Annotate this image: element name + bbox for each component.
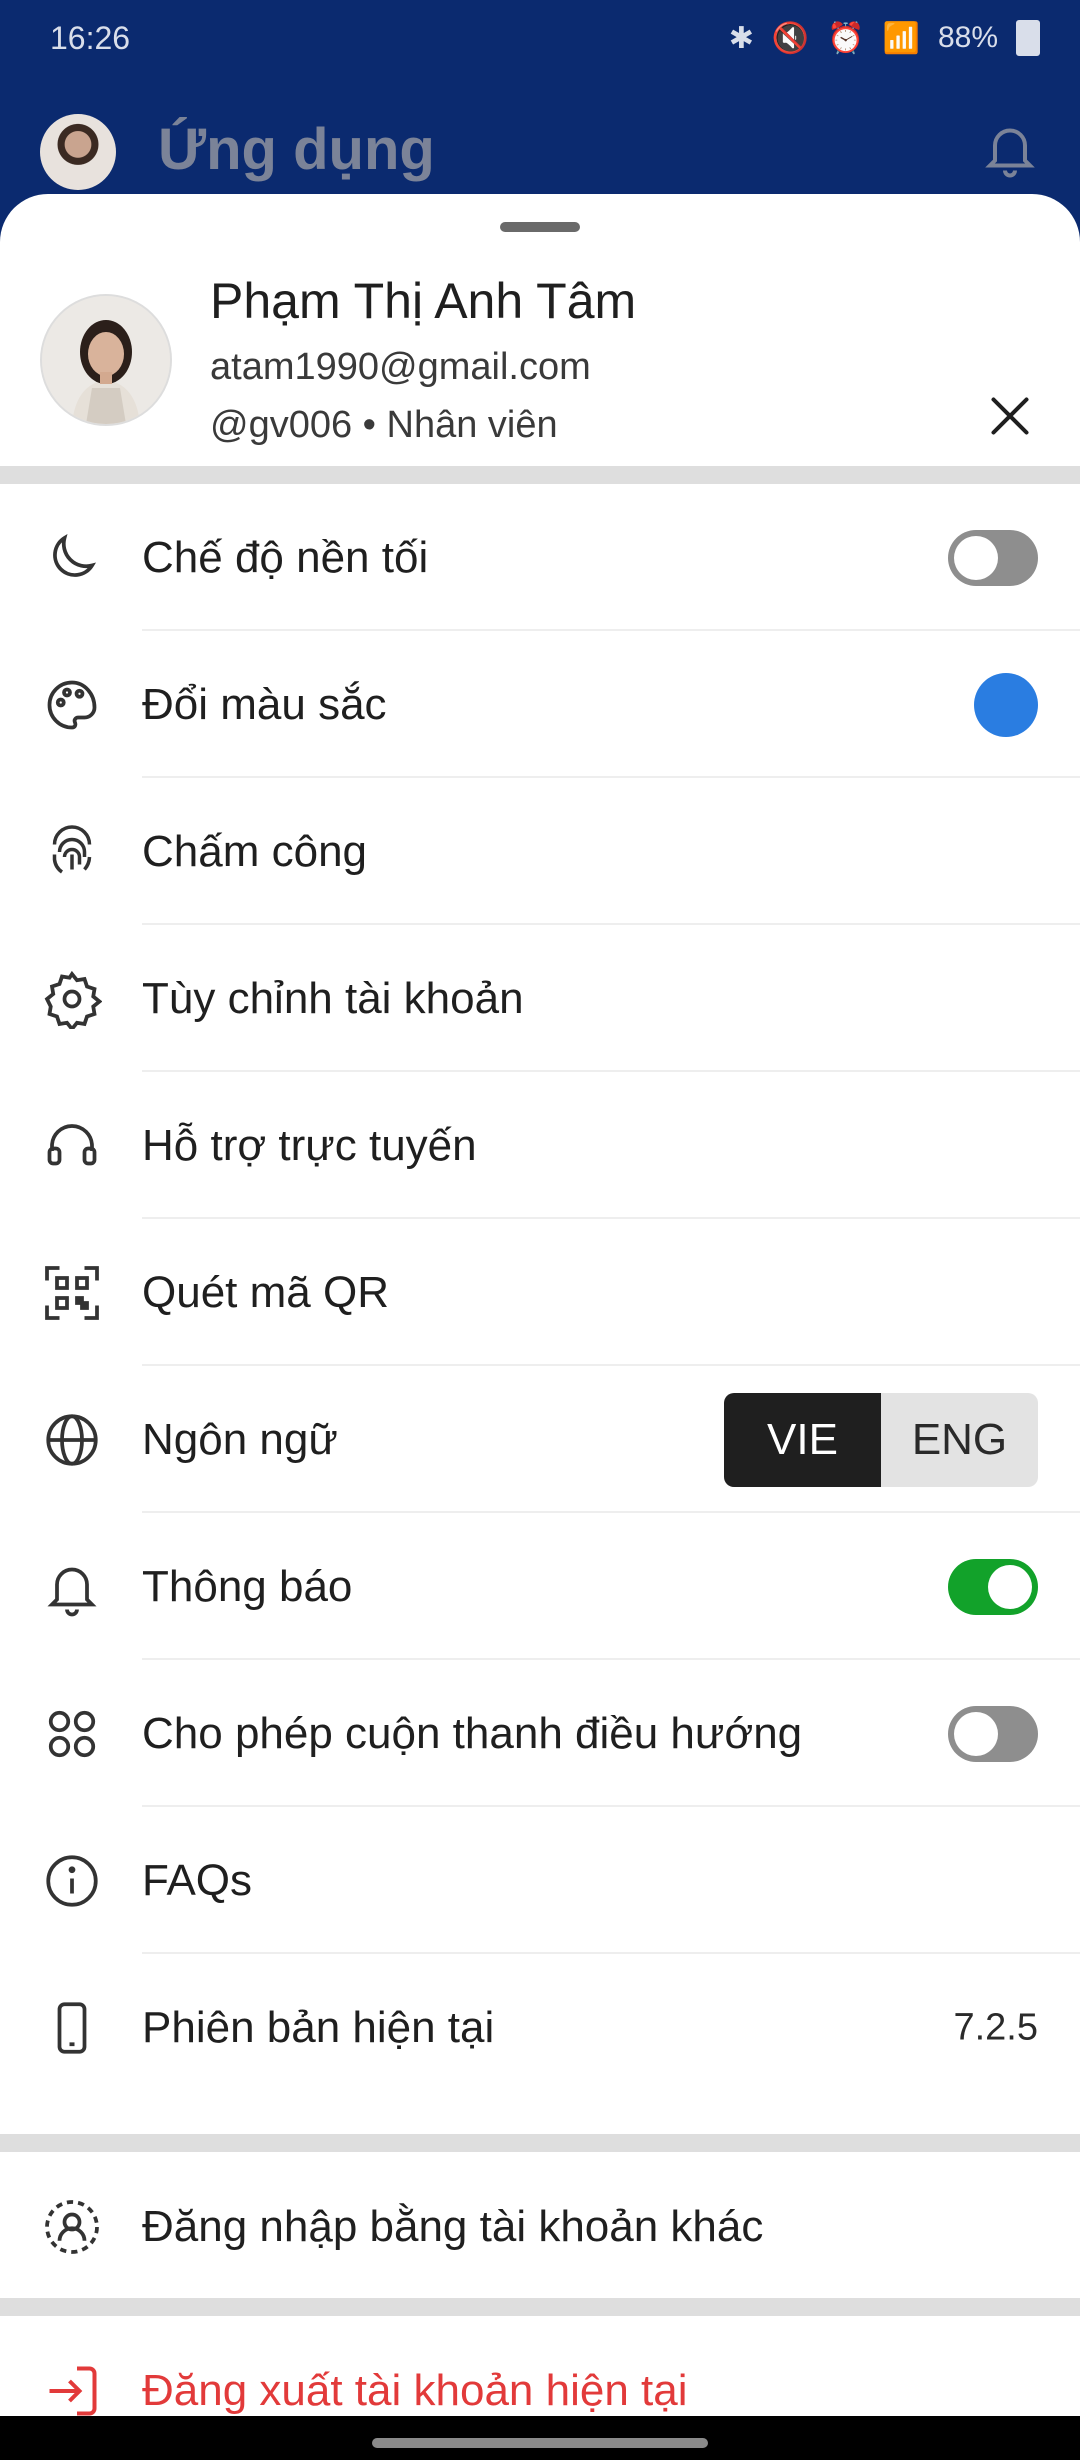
menu-item-language: Ngôn ngữ VIE ENG	[0, 1366, 1080, 1513]
menu-item-label: Quét mã QR	[142, 1267, 389, 1317]
menu-item-attendance[interactable]: Chấm công	[0, 778, 1080, 925]
alt-login-button[interactable]: Đăng nhập bằng tài khoản khác	[0, 2152, 1080, 2302]
menu-item-label: Chế độ nền tối	[142, 532, 429, 582]
divider	[0, 2134, 1080, 2152]
profile-email: atam1990@gmail.com	[210, 346, 591, 388]
alarm-icon: ⏰	[827, 21, 865, 55]
profile-avatar	[40, 294, 172, 426]
battery-icon	[1016, 20, 1040, 56]
menu-item-label: Ngôn ngữ	[142, 1414, 338, 1464]
palette-icon	[42, 675, 102, 735]
home-gesture-bar[interactable]	[372, 2438, 708, 2448]
info-icon	[42, 1851, 102, 1911]
menu-item-change-color[interactable]: Đổi màu sắc	[0, 631, 1080, 778]
bell-icon[interactable]	[980, 118, 1040, 178]
fingerprint-icon	[42, 822, 102, 882]
menu-item-label: Hỗ trợ trực tuyến	[142, 1120, 477, 1170]
lang-option-eng[interactable]: ENG	[881, 1392, 1038, 1487]
account-sheet: Phạm Thị Anh Tâm atam1990@gmail.com @gv0…	[0, 194, 1080, 2460]
headset-icon	[42, 1116, 102, 1176]
wifi-icon: 📶	[882, 21, 920, 55]
status-bar: 16:26 ✱ 🔇 ⏰ 📶 88%	[0, 0, 1080, 78]
page-title: Ứng dụng	[158, 117, 435, 182]
notifications-toggle[interactable]	[948, 1558, 1038, 1615]
battery-level: 88%	[937, 21, 998, 54]
status-icons: ✱ 🔇 ⏰ 📶 88%	[729, 20, 1040, 56]
scroll-navbar-toggle[interactable]	[948, 1705, 1038, 1762]
version-number: 7.2.5	[953, 2006, 1038, 2048]
menu-item-label: Thông báo	[142, 1561, 353, 1611]
divider	[0, 2298, 1080, 2316]
profile-name: Phạm Thị Anh Tâm	[210, 273, 637, 329]
alt-login-label: Đăng nhập bằng tài khoản khác	[142, 2202, 764, 2251]
status-time: 16:26	[50, 20, 131, 56]
grid-dots-icon	[42, 1704, 102, 1764]
globe-icon	[42, 1410, 102, 1470]
menu-item-label: Phiên bản hiện tại	[142, 2002, 495, 2052]
menu-item-version: Phiên bản hiện tại 7.2.5	[0, 1954, 1080, 2101]
logout-icon	[42, 2361, 102, 2421]
settings-menu: Chế độ nền tối Đổi màu sắc Chấm công Tùy…	[0, 484, 1080, 2101]
menu-item-label: Tùy chỉnh tài khoản	[142, 973, 524, 1023]
bluetooth-icon: ✱	[728, 21, 754, 55]
language-switch: VIE ENG	[724, 1392, 1038, 1487]
profile-handle-role: @gv006 • Nhân viên	[210, 404, 558, 446]
bell-icon	[42, 1557, 102, 1617]
profile-header: Phạm Thị Anh Tâm atam1990@gmail.com @gv0…	[0, 254, 1080, 469]
color-swatch[interactable]	[974, 672, 1038, 737]
system-nav-bar	[0, 2416, 1080, 2460]
menu-item-label: Đổi màu sắc	[142, 679, 387, 729]
menu-item-account-settings[interactable]: Tùy chỉnh tài khoản	[0, 925, 1080, 1072]
dark-mode-toggle[interactable]	[948, 529, 1038, 586]
sheet-handle[interactable]	[500, 222, 580, 232]
menu-item-label: Chấm công	[142, 826, 368, 876]
phone-icon	[42, 1998, 102, 2058]
logout-label: Đăng xuất tài khoản hiện tại	[142, 2366, 688, 2415]
menu-item-online-support[interactable]: Hỗ trợ trực tuyến	[0, 1072, 1080, 1219]
qr-code-icon	[42, 1263, 102, 1323]
divider	[0, 466, 1080, 484]
menu-item-notifications[interactable]: Thông báo	[0, 1513, 1080, 1660]
menu-item-faqs[interactable]: FAQs	[0, 1807, 1080, 1954]
avatar[interactable]	[40, 114, 116, 190]
close-icon[interactable]	[988, 394, 1032, 438]
menu-item-label: Cho phép cuộn thanh điều hướng	[142, 1708, 803, 1758]
lang-option-vie[interactable]: VIE	[724, 1392, 881, 1487]
menu-item-scroll-navbar[interactable]: Cho phép cuộn thanh điều hướng	[0, 1660, 1080, 1807]
switch-account-icon	[42, 2197, 102, 2257]
mute-icon: 🔇	[771, 21, 810, 55]
menu-item-label: FAQs	[142, 1855, 253, 1905]
gear-icon	[42, 969, 102, 1029]
menu-item-scan-qr[interactable]: Quét mã QR	[0, 1219, 1080, 1366]
menu-item-dark-mode[interactable]: Chế độ nền tối	[0, 484, 1080, 631]
moon-icon	[42, 528, 102, 588]
